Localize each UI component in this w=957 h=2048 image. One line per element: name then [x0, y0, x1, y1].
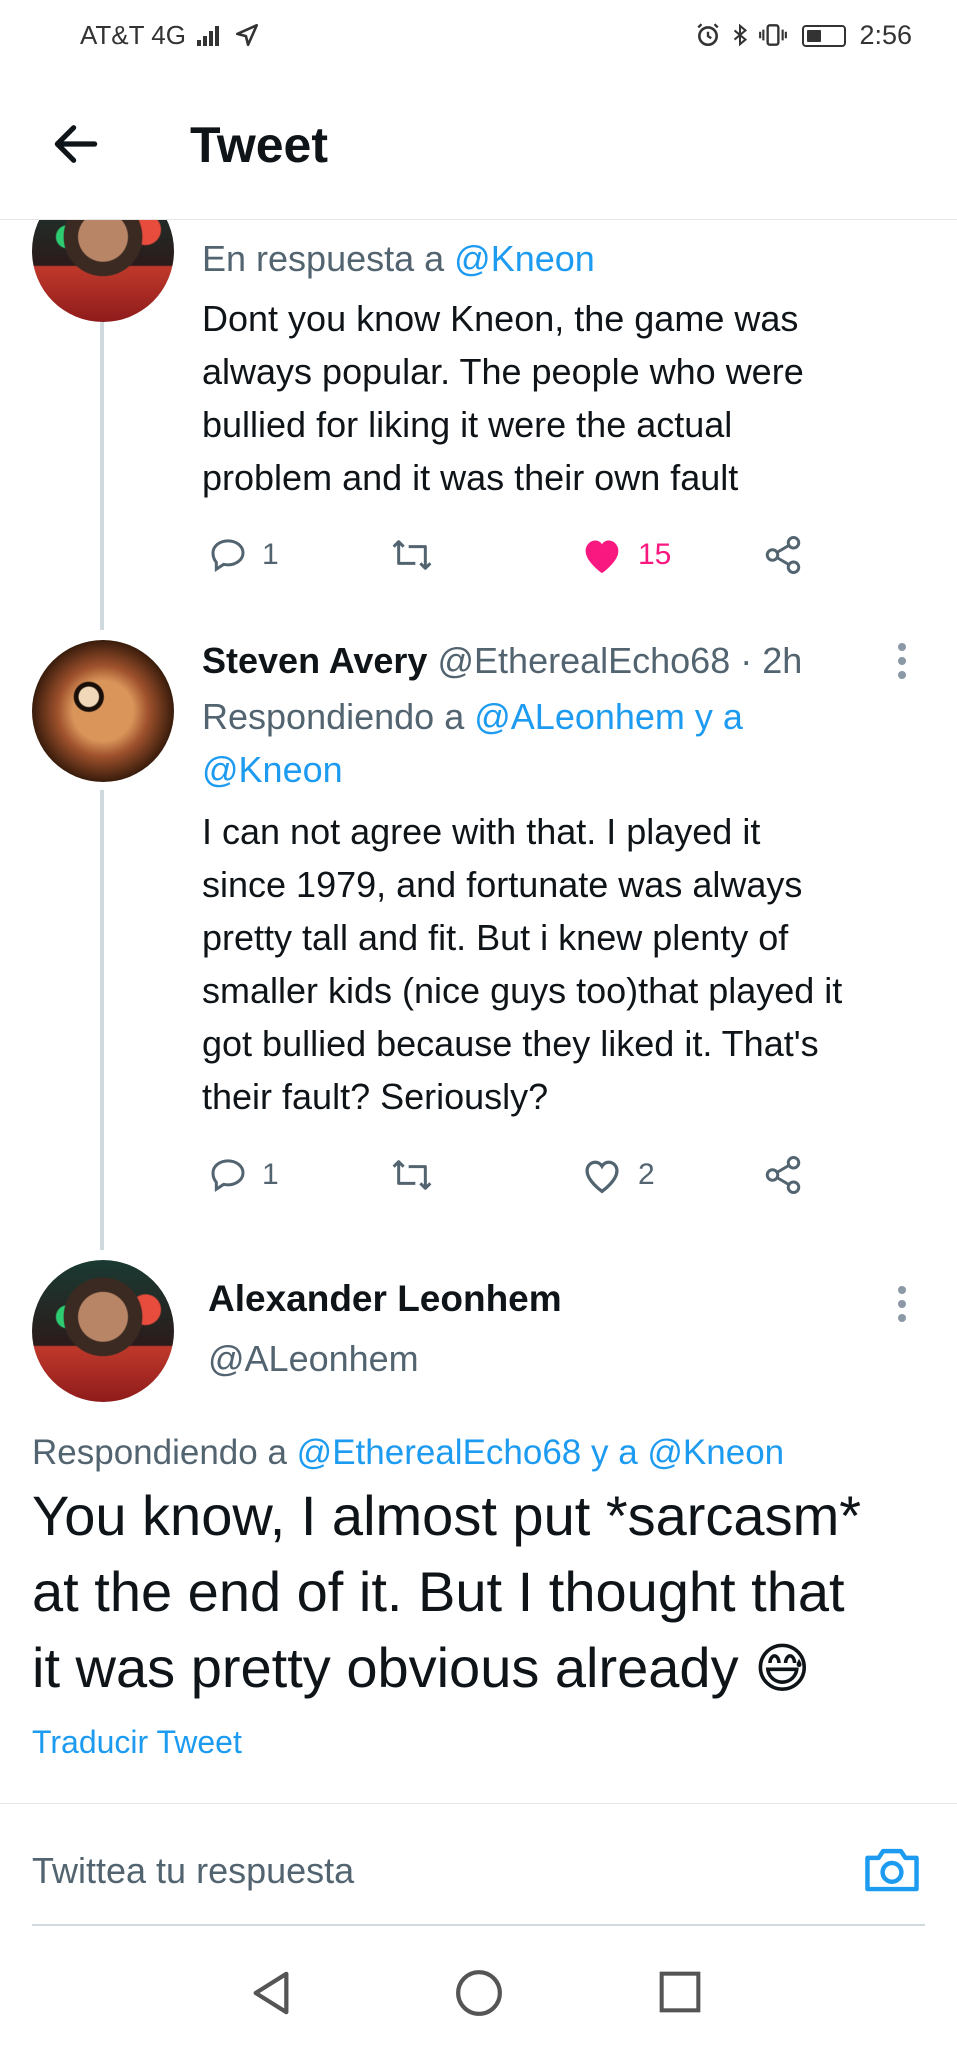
like-count: 2 — [638, 1158, 655, 1191]
sweat-smile-emoji: 😅 — [754, 1639, 811, 1699]
square-recents-icon — [659, 1971, 701, 2013]
reply-input[interactable]: Twittea tu respuesta — [32, 1850, 354, 1892]
like-button[interactable]: 15 — [580, 530, 671, 580]
clock: 2:56 — [859, 20, 912, 50]
status-left: AT&T 4G — [80, 20, 260, 53]
timestamp[interactable]: 2h — [762, 640, 802, 681]
bluetooth-icon — [733, 23, 747, 47]
mention-link[interactable]: @EtherealEcho68 y a @Kneon — [297, 1433, 784, 1472]
reply-composer[interactable]: Twittea tu respuesta — [32, 1806, 925, 1926]
mention-link[interactable]: @Kneon — [202, 743, 743, 796]
camera-icon — [865, 1848, 919, 1892]
more-options-button[interactable] — [898, 643, 908, 685]
back-button[interactable] — [48, 116, 104, 172]
like-button[interactable]: 2 — [580, 1150, 655, 1200]
status-right: 2:56 — [695, 20, 912, 51]
share-icon — [765, 536, 801, 574]
nav-back-button[interactable] — [248, 1968, 294, 2023]
app-header: Tweet — [0, 72, 957, 220]
reply-context: En respuesta a @Kneon — [202, 238, 595, 279]
share-button[interactable] — [762, 530, 804, 580]
reply-icon — [211, 539, 245, 572]
like-count: 15 — [638, 538, 672, 571]
tweet-text: I can not agree with that. I played it s… — [202, 811, 843, 1117]
mention-link[interactable]: @ALeonhem y a — [474, 696, 743, 737]
signal-icon — [197, 22, 221, 53]
vibrate-icon — [759, 24, 788, 46]
tweet-actions: 1 15 — [202, 530, 822, 580]
avatar[interactable] — [32, 1260, 174, 1402]
alarm-icon — [697, 23, 719, 47]
status-bar: AT&T 4G 2:56 — [0, 0, 957, 72]
retweet-button[interactable] — [390, 530, 434, 580]
share-icon — [765, 1156, 801, 1194]
thread-line — [100, 790, 104, 1250]
heart-icon — [585, 1160, 619, 1194]
triangle-back-icon — [253, 1971, 289, 2015]
nav-home-button[interactable] — [454, 1968, 504, 2023]
avatar[interactable] — [32, 640, 174, 782]
reply-icon — [211, 1159, 245, 1192]
divider — [0, 1803, 957, 1804]
nav-recents-button[interactable] — [658, 1970, 702, 2019]
display-name[interactable]: Alexander Leonhem — [208, 1278, 562, 1320]
location-arrow-icon — [236, 23, 259, 47]
battery-icon — [801, 25, 846, 47]
retweet-button[interactable] — [390, 1150, 434, 1200]
reply-count: 1 — [262, 538, 279, 571]
thread-line — [100, 322, 104, 630]
separator: · — [740, 640, 753, 681]
handle[interactable]: @EtherealEcho68 — [437, 640, 730, 681]
handle[interactable]: @ALeonhem — [208, 1338, 419, 1380]
share-button[interactable] — [762, 1150, 804, 1200]
reply-count: 1 — [262, 1158, 279, 1191]
arrow-left-icon — [54, 125, 98, 163]
retweet-icon — [392, 1160, 432, 1190]
system-nav-bar — [0, 1930, 957, 2048]
display-name[interactable]: Steven Avery — [202, 640, 427, 681]
tweet-actions: 1 2 — [202, 1150, 822, 1200]
reply-button[interactable]: 1 — [208, 530, 279, 580]
mention-link[interactable]: @Kneon — [454, 238, 595, 279]
translate-link[interactable]: Traducir Tweet — [32, 1724, 242, 1761]
camera-button[interactable] — [863, 1842, 921, 1901]
page-title: Tweet — [190, 117, 328, 173]
main-tweet-text: You know, I almost put *sarcasm* at the … — [32, 1484, 862, 1699]
reply-context: Respondiendo a @ALeonhem y a @Kneon — [202, 690, 743, 796]
more-options-button[interactable] — [898, 1286, 908, 1328]
heart-filled-icon — [585, 540, 619, 574]
tweet-header: Steven Avery @EtherealEcho68 · 2h — [202, 634, 802, 687]
carrier-label: AT&T 4G — [80, 20, 186, 50]
reply-button[interactable]: 1 — [208, 1150, 279, 1200]
reply-context: Respondiendo a @EtherealEcho68 y a @Kneo… — [32, 1433, 785, 1472]
tweet-text: Dont you know Kneon, the game was always… — [202, 298, 804, 498]
retweet-icon — [392, 540, 432, 570]
circle-home-icon — [456, 1970, 502, 2016]
